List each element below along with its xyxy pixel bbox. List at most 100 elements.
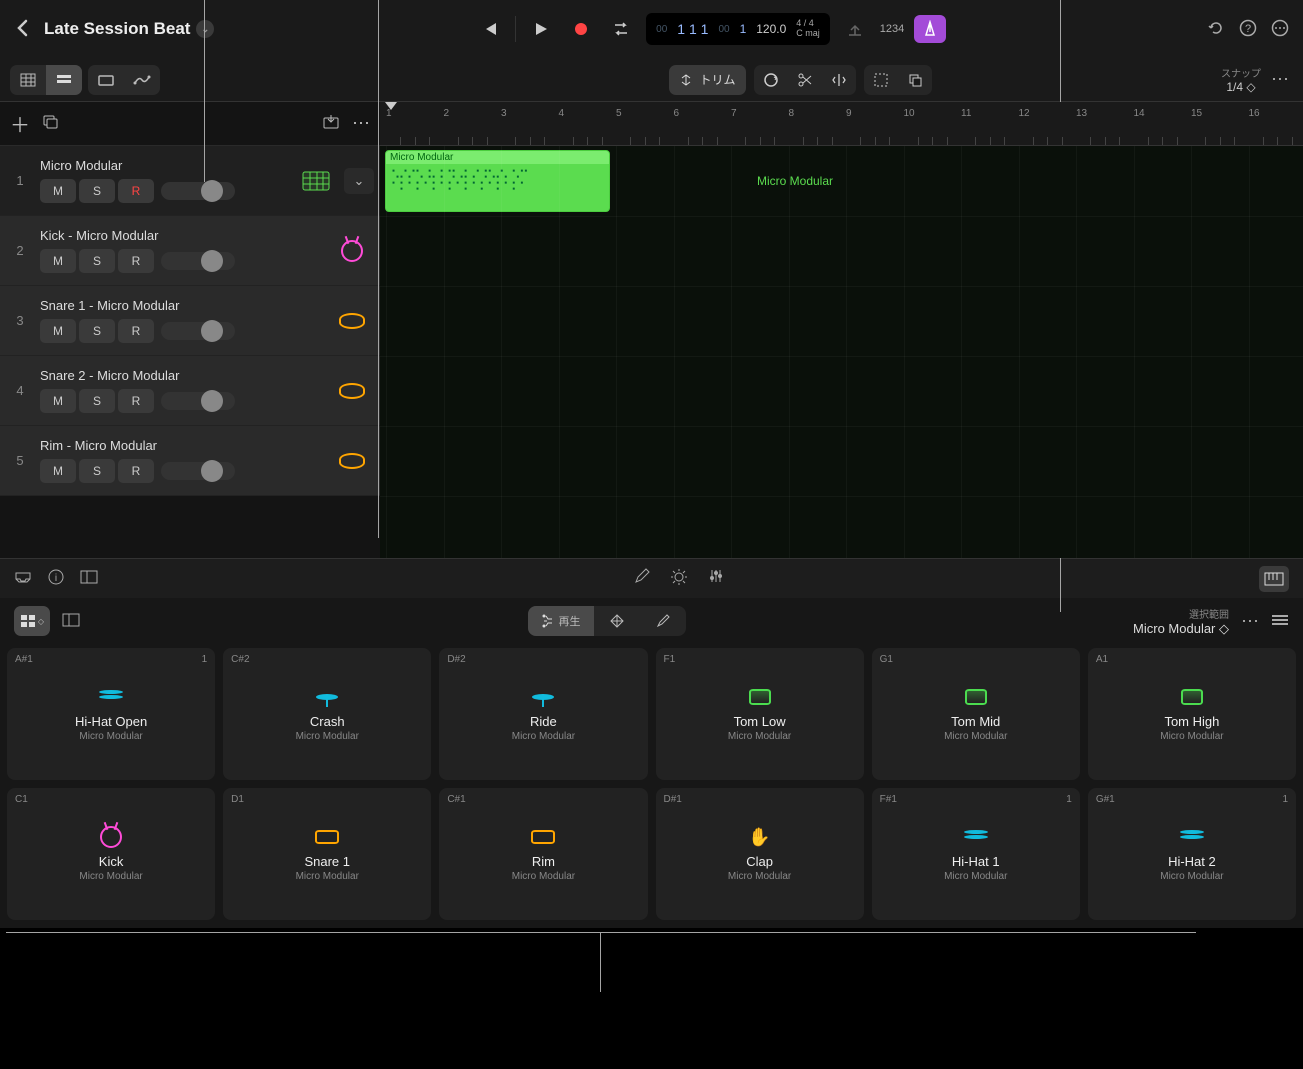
pad-note-label: D#1: [664, 794, 682, 805]
drum-pad[interactable]: G#11Hi-Hat 2Micro Modular: [1088, 788, 1296, 920]
track-list-more-button[interactable]: ⋯: [352, 113, 370, 134]
solo-button[interactable]: S: [79, 249, 115, 273]
project-title[interactable]: Late Session Beat ⌄: [44, 19, 214, 39]
tuner-button[interactable]: [840, 14, 870, 44]
toolbar-more-button[interactable]: ⋯: [1271, 69, 1289, 90]
mute-button[interactable]: M: [40, 389, 76, 413]
drum-pad[interactable]: A1Tom HighMicro Modular: [1088, 648, 1296, 780]
timeline-ruler[interactable]: 12345678910111213141516: [380, 102, 1303, 146]
volume-slider[interactable]: [161, 322, 235, 340]
mute-button[interactable]: M: [40, 179, 76, 203]
drum-pad[interactable]: A#11Hi-Hat OpenMicro Modular: [7, 648, 215, 780]
pad-instrument-icon: [528, 686, 558, 708]
track-number: 5: [0, 453, 40, 468]
kit-name[interactable]: Micro Modular ◇: [1133, 621, 1229, 637]
drum-pad[interactable]: C1KickMicro Modular: [7, 788, 215, 920]
record-enable-button[interactable]: R: [118, 389, 154, 413]
track-row[interactable]: 3Snare 1 - Micro ModularMSR: [0, 286, 380, 356]
brightness-icon[interactable]: [670, 568, 688, 589]
help-button[interactable]: ?: [1239, 19, 1257, 40]
track-row[interactable]: 2Kick - Micro ModularMSR: [0, 216, 380, 286]
track-row[interactable]: 1Micro ModularMSR⌄: [0, 146, 380, 216]
pad-sidebar-button[interactable]: [62, 613, 80, 630]
record-enable-button[interactable]: R: [118, 319, 154, 343]
solo-button[interactable]: S: [79, 389, 115, 413]
pad-play-mode-button[interactable]: 再生: [528, 606, 594, 636]
snap-value[interactable]: 1/4 ◇: [1221, 80, 1261, 94]
pad-more-button[interactable]: ⋯: [1241, 611, 1259, 632]
arrangement-area[interactable]: 12345678910111213141516 Micro Modular ▪ …: [380, 102, 1303, 558]
back-button[interactable]: [14, 19, 30, 40]
ruler-tick: 2: [444, 108, 450, 119]
selection-label: 選択範囲: [1133, 606, 1229, 621]
import-button[interactable]: [322, 114, 340, 133]
pad-instrument-icon: [1177, 686, 1207, 708]
record-enable-button[interactable]: R: [118, 179, 154, 203]
ruler-tick: 12: [1019, 108, 1030, 119]
info-icon[interactable]: i: [48, 569, 64, 588]
more-menu-button[interactable]: [1271, 19, 1289, 40]
scissors-tool-button[interactable]: [788, 65, 822, 95]
drum-pad[interactable]: C#1RimMicro Modular: [439, 788, 647, 920]
split-tool-button[interactable]: [822, 65, 856, 95]
record-enable-button[interactable]: R: [118, 249, 154, 273]
count-in-button[interactable]: 1234: [880, 23, 904, 35]
pad-note-label: C#1: [447, 794, 465, 805]
solo-button[interactable]: S: [79, 319, 115, 343]
solo-button[interactable]: S: [79, 459, 115, 483]
expand-track-button[interactable]: ⌄: [344, 168, 374, 194]
marquee-tool-button[interactable]: [864, 65, 898, 95]
trim-tool-button[interactable]: トリム: [669, 65, 745, 95]
track-row[interactable]: 5Rim - Micro ModularMSR: [0, 426, 380, 496]
volume-slider[interactable]: [161, 462, 235, 480]
drum-pad[interactable]: D1Snare 1Micro Modular: [223, 788, 431, 920]
drum-pad[interactable]: C#2CrashMicro Modular: [223, 648, 431, 780]
track-lane-label: Micro Modular: [757, 174, 833, 188]
automation-button[interactable]: [124, 65, 160, 95]
solo-button[interactable]: S: [79, 179, 115, 203]
record-enable-button[interactable]: R: [118, 459, 154, 483]
lcd-display[interactable]: 00 1 1 1 00 1 120.0 4 / 4 C maj: [646, 13, 830, 45]
ruler-tick: 8: [789, 108, 795, 119]
pad-edit-mode-button[interactable]: [640, 606, 686, 636]
drum-pad[interactable]: F1Tom LowMicro Modular: [656, 648, 864, 780]
view-tracks-button[interactable]: [46, 65, 82, 95]
add-track-button[interactable]: ＋: [10, 109, 30, 138]
ruler-tick: 10: [904, 108, 915, 119]
track-row[interactable]: 4Snare 2 - Micro ModularMSR: [0, 356, 380, 426]
pad-kit-label: Micro Modular: [512, 871, 575, 882]
mute-button[interactable]: M: [40, 319, 76, 343]
view-single-button[interactable]: [88, 65, 124, 95]
mute-button[interactable]: M: [40, 249, 76, 273]
metronome-button[interactable]: [914, 15, 946, 43]
pencil-icon[interactable]: [634, 568, 650, 589]
undo-button[interactable]: [1207, 19, 1225, 40]
volume-slider[interactable]: [161, 252, 235, 270]
main-toolbar: トリム: [0, 58, 1303, 102]
loop-tool-button[interactable]: [754, 65, 788, 95]
mixer-icon[interactable]: [708, 568, 724, 589]
record-button[interactable]: [566, 14, 596, 44]
inbox-icon[interactable]: [14, 569, 32, 588]
drum-pad[interactable]: D#1✋ClapMicro Modular: [656, 788, 864, 920]
drum-pad[interactable]: F#11Hi-Hat 1Micro Modular: [872, 788, 1080, 920]
go-to-start-button[interactable]: [475, 14, 505, 44]
duplicate-track-button[interactable]: [42, 114, 60, 133]
panels-icon[interactable]: [80, 570, 98, 587]
volume-slider[interactable]: [161, 182, 235, 200]
pad-list-button[interactable]: [1271, 614, 1289, 629]
volume-slider[interactable]: [161, 392, 235, 410]
keyboard-button[interactable]: [1259, 566, 1289, 592]
pad-move-mode-button[interactable]: [594, 606, 640, 636]
drum-pad[interactable]: G1Tom MidMicro Modular: [872, 648, 1080, 780]
copy-tool-button[interactable]: [898, 65, 932, 95]
play-button[interactable]: [526, 14, 556, 44]
pad-grid-view-button[interactable]: ◇: [14, 606, 50, 636]
drum-pad[interactable]: D#2RideMicro Modular: [439, 648, 647, 780]
mute-button[interactable]: M: [40, 459, 76, 483]
pad-name: Tom Mid: [951, 714, 1000, 729]
ruler-tick: 1: [386, 108, 392, 119]
midi-region[interactable]: Micro Modular ▪ ▪ ▪▪ ▪ ▪ ▪▪ ▪ ▪ ▪▪ ▪ ▪ ▪…: [385, 150, 610, 212]
view-grid-button[interactable]: [10, 65, 46, 95]
cycle-button[interactable]: [606, 14, 636, 44]
